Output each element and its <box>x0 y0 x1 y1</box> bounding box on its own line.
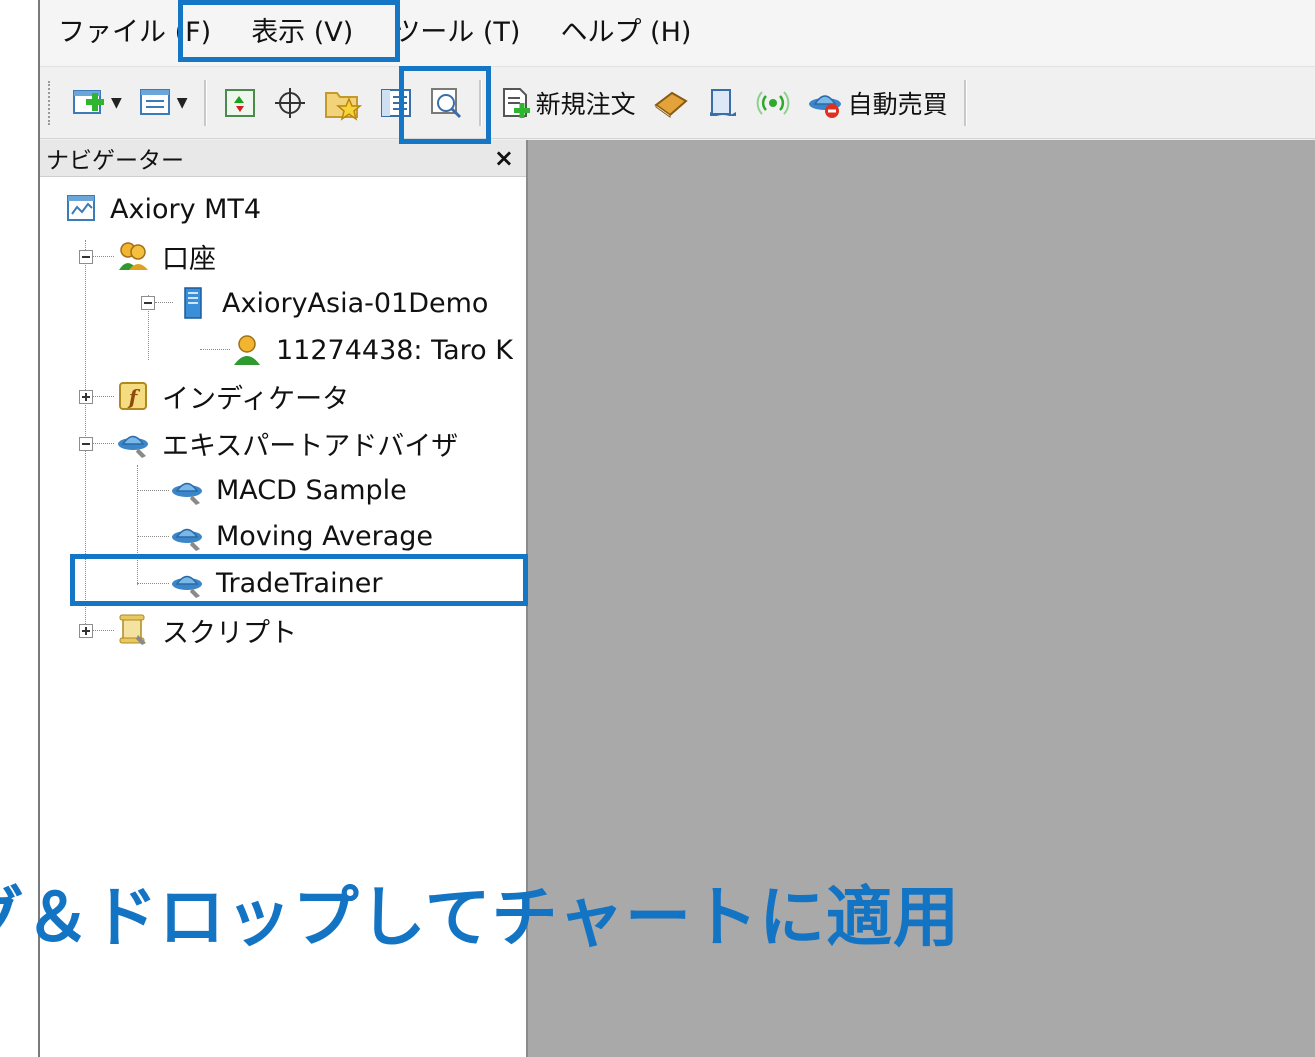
tree-label: AxioryAsia-01Demo <box>222 287 489 319</box>
menu-tools[interactable]: ツール (T) <box>373 0 540 66</box>
instruction-text: ドラッグ＆ドロップしてチャートに適用 <box>0 879 960 956</box>
experts-button[interactable] <box>698 77 748 129</box>
tree-item-ea[interactable]: MACD Sample <box>170 467 407 513</box>
navigator-folder-star-icon <box>324 91 362 121</box>
tree-label: スクリプト <box>162 617 297 649</box>
tree-label: Axiory MT4 <box>110 193 262 225</box>
expert-hat-icon <box>170 519 204 553</box>
expert-hat-icon <box>116 426 150 460</box>
market-watch-icon <box>224 88 255 117</box>
tree-line <box>137 583 169 584</box>
toolbar-separator <box>963 79 967 126</box>
tree-label: TradeTrainer <box>216 567 383 599</box>
expand-icon[interactable] <box>79 624 93 638</box>
tree-label: エキスパートアドバイザ <box>162 430 459 462</box>
tree-line <box>92 443 114 444</box>
crosshair-icon <box>274 87 305 118</box>
signal-broadcast-icon <box>756 90 789 115</box>
tree-line <box>92 256 114 257</box>
menu-help[interactable]: ヘルプ (H) <box>540 0 711 66</box>
profiles-icon <box>139 88 170 115</box>
profiles-button[interactable]: ▼ <box>130 77 196 129</box>
strategy-tester-button[interactable] <box>421 77 471 129</box>
menu-bar: ファイル (F) 表示 (V) ツール (T) ヘルプ (H) <box>40 0 1315 67</box>
tree-line <box>155 302 173 303</box>
market-watch-button[interactable] <box>215 77 265 129</box>
server-icon <box>176 286 210 320</box>
tree-label: 11274438: Taro K <box>276 334 513 366</box>
indicator-function-icon: f <box>116 379 150 413</box>
experts-document-icon <box>709 88 736 116</box>
book-icon <box>653 91 688 118</box>
standard-toolbar: ▼ ▼ 新規注文 自動売買 <box>40 67 1315 139</box>
new-chart-icon <box>73 89 104 114</box>
new-order-label: 新規注文 <box>535 89 636 119</box>
tree-label: MACD Sample <box>216 474 407 506</box>
auto-trading-hat-icon <box>808 94 841 118</box>
expert-hat-icon <box>170 473 204 507</box>
menu-file[interactable]: ファイル (F) <box>40 0 231 66</box>
script-scroll-icon <box>116 613 150 647</box>
tree-item-account[interactable]: 11274438: Taro K <box>230 327 513 373</box>
chevron-down-icon: ▼ <box>111 94 122 111</box>
terminal-icon <box>380 88 411 117</box>
auto-trading-label: 自動売買 <box>847 89 948 119</box>
strategy-tester-icon <box>430 87 461 118</box>
accounts-icon <box>116 239 150 273</box>
close-icon[interactable]: × <box>494 144 514 172</box>
tree-label: Moving Average <box>216 520 434 552</box>
signals-button[interactable] <box>748 77 798 129</box>
tree-item-ea[interactable]: Moving Average <box>170 513 433 559</box>
collapse-icon[interactable] <box>141 296 155 310</box>
new-order-icon <box>502 87 530 118</box>
tree-item-server[interactable]: AxioryAsia-01Demo <box>176 280 488 326</box>
meta-editor-button[interactable] <box>644 77 698 129</box>
tree-line <box>137 465 138 585</box>
expand-icon[interactable] <box>79 390 93 404</box>
tree-line <box>85 240 86 630</box>
tree-line <box>92 630 114 631</box>
data-window-button[interactable] <box>265 77 315 129</box>
tree-line <box>137 536 169 537</box>
auto-trading-button[interactable]: 自動売買 <box>798 77 956 129</box>
new-order-button[interactable]: 新規注文 <box>490 77 644 129</box>
tree-item-accounts[interactable]: 口座 <box>116 233 216 279</box>
user-icon <box>230 333 264 367</box>
tree-item-indicators[interactable]: f インディケータ <box>116 373 349 419</box>
tree-item-scripts[interactable]: スクリプト <box>116 607 297 653</box>
toolbar-grip[interactable] <box>48 80 54 125</box>
tree-item-ea-tradetrainer[interactable]: TradeTrainer <box>170 560 382 606</box>
menu-view[interactable]: 表示 (V) <box>231 0 373 66</box>
tree-item-root[interactable]: Axiory MT4 <box>64 186 261 232</box>
collapse-icon[interactable] <box>79 250 93 264</box>
tree-line <box>200 349 230 350</box>
expert-hat-icon <box>170 566 204 600</box>
new-chart-button[interactable]: ▼ <box>64 77 130 129</box>
terminal-button[interactable] <box>371 77 421 129</box>
navigator-header: ナビゲーター × <box>40 140 526 177</box>
collapse-icon[interactable] <box>79 437 93 451</box>
instruction-caption: ドラッグ＆ドロップしてチャートに適用 <box>0 873 960 963</box>
tree-line <box>137 490 169 491</box>
toolbar-separator <box>203 79 207 126</box>
toolbar-separator <box>478 79 482 126</box>
tree-item-expert-advisors[interactable]: エキスパートアドバイザ <box>116 420 458 466</box>
tree-label: 口座 <box>162 243 216 275</box>
tree-label: インディケータ <box>162 383 350 415</box>
terminal-root-icon <box>64 192 98 226</box>
navigator-button[interactable] <box>315 77 371 129</box>
navigator-title: ナビゲーター <box>46 148 184 174</box>
tree-line <box>92 396 114 397</box>
chevron-down-icon: ▼ <box>176 94 188 111</box>
